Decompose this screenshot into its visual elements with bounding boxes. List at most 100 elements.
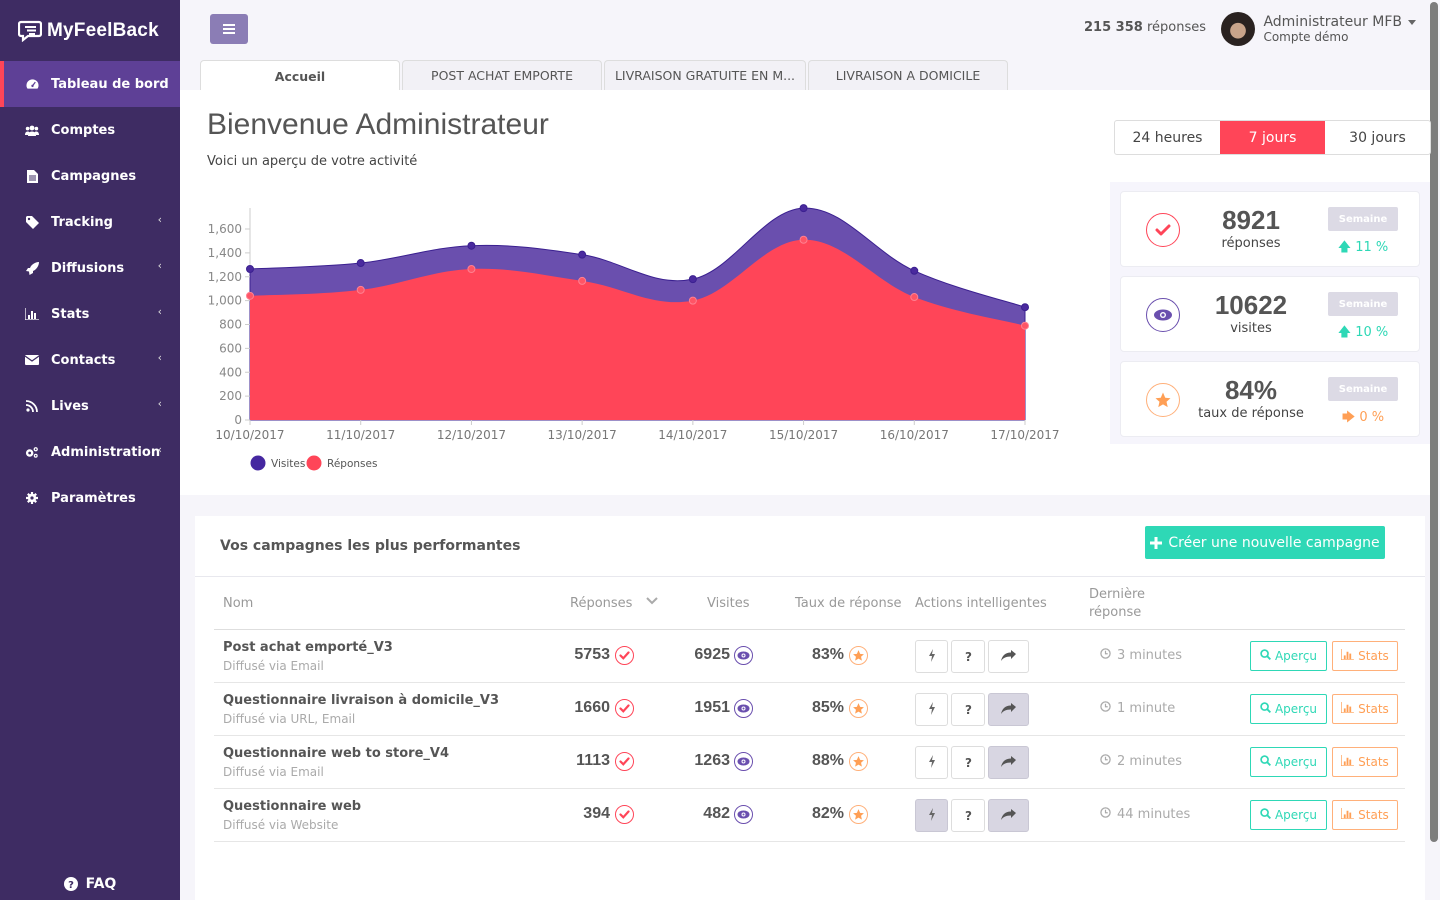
data-point: [246, 291, 254, 300]
campaign-name[interactable]: Questionnaire web: [223, 799, 361, 814]
legend-swatch-visites: [250, 455, 266, 471]
svg-text:?: ?: [965, 703, 972, 715]
user-name: Administrateur MFB: [1263, 14, 1402, 30]
question-icon: ?: [964, 647, 973, 666]
smart-action-question-button[interactable]: ?: [951, 693, 985, 726]
gear-icon: [25, 491, 39, 505]
col-rate[interactable]: Taux de réponse: [795, 596, 901, 611]
chat-logo-icon: [18, 20, 42, 42]
smart-action-trigger-button[interactable]: [915, 693, 948, 726]
sidebar-item-lives[interactable]: Lives ‹: [0, 383, 180, 429]
smart-action-trigger-button[interactable]: [915, 746, 948, 779]
svg-text:?: ?: [965, 756, 972, 768]
preview-button[interactable]: Aperçu: [1250, 641, 1327, 671]
sidebar-item-label: Tableau de bord: [51, 76, 169, 92]
preview-button[interactable]: Aperçu: [1250, 800, 1327, 830]
col-last-line1[interactable]: Dernière: [1089, 587, 1145, 602]
clock-icon: [1100, 648, 1111, 663]
file-icon: [25, 169, 39, 183]
smart-action-share-button[interactable]: [988, 640, 1029, 673]
chevron-left-icon: ‹: [157, 397, 162, 410]
sidebar-item-comptes[interactable]: Comptes: [0, 107, 180, 153]
col-visits[interactable]: Visites: [707, 596, 749, 611]
dashboard-icon: [25, 77, 39, 91]
chevron-left-icon: ‹: [157, 305, 162, 318]
data-point: [1021, 303, 1029, 312]
kpi-responses-value: 8921: [1222, 205, 1280, 235]
col-actions: Actions intelligentes: [915, 596, 1047, 611]
stats-button[interactable]: Stats: [1332, 641, 1398, 671]
sidebar-item-label: Comptes: [51, 122, 116, 138]
sidebar-item-tableau-de-bord[interactable]: Tableau de bord: [0, 61, 180, 107]
stats-label: Stats: [1358, 808, 1389, 822]
question-circle-icon: ?: [63, 877, 78, 891]
campaign-rate: 85%: [811, 699, 844, 716]
brand-logo[interactable]: MyFeelBack: [0, 0, 180, 61]
campaign-rate: 88%: [811, 752, 844, 769]
smart-action-share-button[interactable]: [988, 799, 1029, 832]
period-24h-button[interactable]: 24 heures: [1115, 121, 1220, 154]
campaign-name[interactable]: Questionnaire livraison à domicile_V3: [223, 693, 499, 708]
faq-link[interactable]: ? FAQ: [0, 876, 180, 892]
tab-livraison-gratuite[interactable]: LIVRAISON GRATUITE EN M...: [604, 60, 806, 90]
campaigns-panel: Vos campagnes les plus performantes Crée…: [195, 516, 1425, 900]
share-icon: [1001, 806, 1016, 825]
sort-chevron-down-icon[interactable]: [646, 594, 658, 609]
sidebar-item-diffusions[interactable]: Diffusions ‹: [0, 245, 180, 291]
smart-action-share-button[interactable]: [988, 746, 1029, 779]
smart-action-trigger-button[interactable]: [915, 640, 948, 673]
smart-action-share-button[interactable]: [988, 693, 1029, 726]
smart-action-question-button[interactable]: ?: [951, 799, 985, 832]
tab-livraison-domicile[interactable]: LIVRAISON A DOMICILE: [808, 60, 1008, 90]
stats-button[interactable]: Stats: [1332, 800, 1398, 830]
preview-button[interactable]: Aperçu: [1250, 694, 1327, 724]
stats-label: Stats: [1358, 755, 1389, 769]
col-responses[interactable]: Réponses: [570, 596, 632, 611]
svg-text:?: ?: [68, 880, 74, 891]
smart-action-question-button[interactable]: ?: [951, 746, 985, 779]
tab-post-achat-emporte[interactable]: POST ACHAT EMPORTE: [402, 60, 602, 90]
y-tick-label: 200: [219, 389, 242, 403]
last-response-time: 3 minutes: [1117, 648, 1183, 663]
kpi-responses-trend-value: 11 %: [1355, 240, 1389, 255]
kpi-visits-value: 10622: [1214, 290, 1288, 320]
menu-toggle-button[interactable]: [210, 14, 248, 44]
chevron-left-icon: ‹: [157, 213, 162, 226]
smart-action-trigger-button[interactable]: [915, 799, 948, 832]
preview-button[interactable]: Aperçu: [1250, 747, 1327, 777]
hamburger-icon: [223, 24, 235, 34]
campaign-name[interactable]: Post achat emporté_V3: [223, 640, 393, 655]
col-last-line2[interactable]: réponse: [1089, 605, 1141, 620]
period-30d-button[interactable]: 30 jours: [1325, 121, 1430, 154]
y-tick-label: 0: [234, 413, 242, 427]
sidebar-item-campagnes[interactable]: Campagnes: [0, 153, 180, 199]
star-icon: [1146, 383, 1180, 417]
tab-accueil[interactable]: Accueil: [200, 60, 400, 91]
smart-action-question-button[interactable]: ?: [951, 640, 985, 673]
period-7d-button[interactable]: 7 jours: [1220, 121, 1325, 154]
campaign-channel: Diffusé via Email: [223, 765, 324, 779]
search-icon: [1260, 808, 1271, 822]
x-tick-label: 11/10/2017: [326, 428, 395, 442]
sidebar-item-parametres[interactable]: Paramètres: [0, 475, 180, 521]
campaign-tabs: Accueil POST ACHAT EMPORTE LIVRAISON GRA…: [200, 60, 1008, 91]
col-name[interactable]: Nom: [223, 596, 253, 611]
user-menu[interactable]: Administrateur MFB Compte démo: [1221, 12, 1416, 46]
sidebar-item-administration[interactable]: Administration ‹: [0, 429, 180, 475]
stats-button[interactable]: Stats: [1332, 694, 1398, 724]
last-response: 2 minutes: [1100, 754, 1182, 769]
create-campaign-button[interactable]: Créer une nouvelle campagne: [1145, 526, 1385, 559]
sidebar-item-stats[interactable]: Stats ‹: [0, 291, 180, 337]
sidebar-item-tracking[interactable]: Tracking ‹: [0, 199, 180, 245]
x-tick-label: 17/10/2017: [990, 428, 1059, 442]
period-selector: 24 heures 7 jours 30 jours: [1114, 120, 1431, 155]
stats-button[interactable]: Stats: [1332, 747, 1398, 777]
arrow-right-icon: 🡆: [1341, 410, 1356, 425]
bolt-icon: [928, 647, 936, 666]
campaign-name[interactable]: Questionnaire web to store_V4: [223, 746, 449, 761]
bar-chart-icon: [1340, 808, 1355, 822]
scrollbar-thumb[interactable]: [1430, 2, 1438, 842]
kpi-visits-trend: 🡅 10 %: [1328, 323, 1398, 345]
eye-icon: [734, 805, 753, 824]
sidebar-item-contacts[interactable]: Contacts ‹: [0, 337, 180, 383]
